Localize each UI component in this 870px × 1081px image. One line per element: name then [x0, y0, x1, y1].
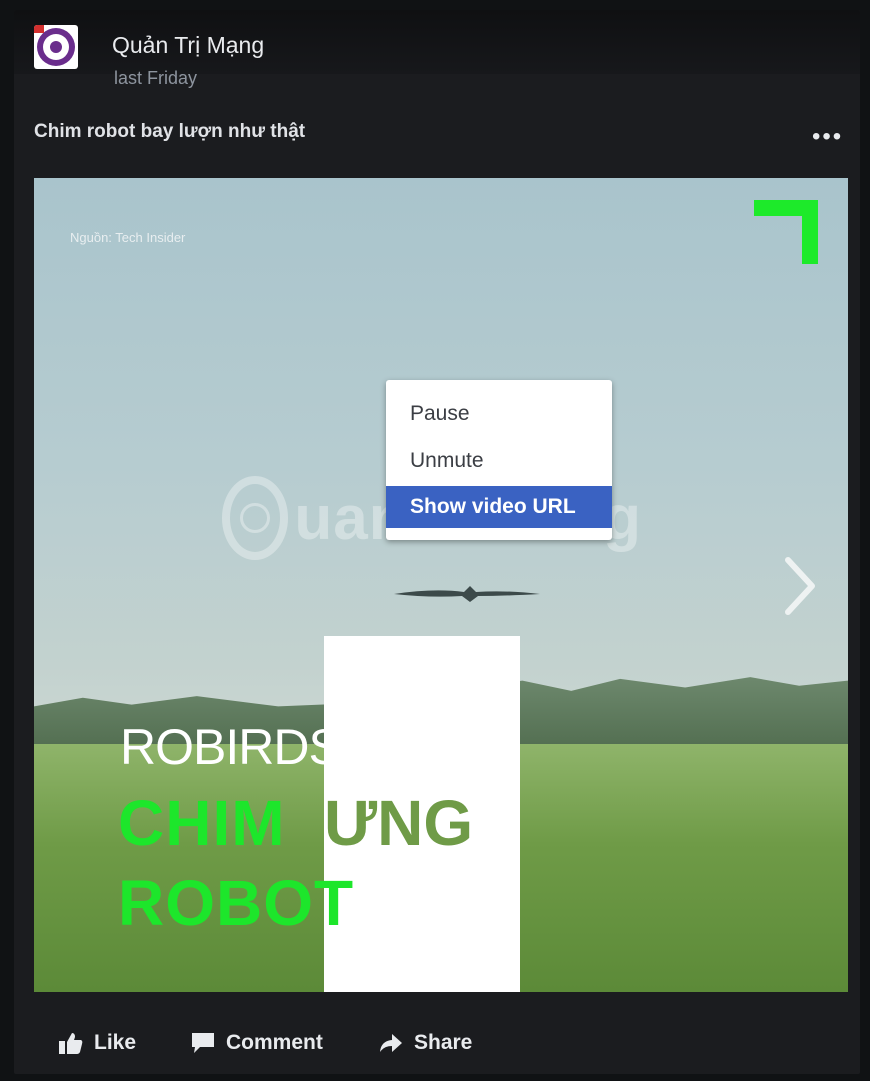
video-title-robirds: ROBIRDS [120, 719, 342, 775]
corner-bar-vertical [802, 200, 818, 264]
thumbs-up-icon [59, 1033, 83, 1054]
flag-badge-icon [34, 25, 44, 33]
video-modal: Quản Trị Mạng last Friday Chim robot bay… [14, 10, 860, 1074]
video-title-robot: ROBOT [118, 867, 355, 939]
speech-bubble-icon [192, 1033, 214, 1053]
share-arrow-icon [380, 1034, 402, 1052]
post-action-bar: Like Comment Share [14, 1018, 860, 1074]
share-button[interactable]: Share [378, 1026, 472, 1060]
video-context-menu: Pause Unmute Show video URL [386, 380, 612, 540]
like-button[interactable]: Like [58, 1026, 136, 1060]
video-title-ung: ƯNG [324, 787, 474, 859]
logo-ring [37, 28, 75, 66]
video-player[interactable]: Nguồn: Tech Insider uantrimang ROBIRDS C… [34, 178, 848, 992]
chevron-right-icon[interactable] [782, 556, 818, 616]
page-avatar[interactable] [34, 25, 78, 69]
post-caption: Chim robot bay lượn như thật [34, 121, 306, 142]
menu-item-pause[interactable]: Pause [386, 393, 612, 435]
drone-bird-icon [394, 586, 540, 602]
page-background: Quản Trị Mạng last Friday Chim robot bay… [0, 0, 870, 1081]
watermark-bulb-icon [240, 503, 271, 533]
page-name-link[interactable]: Quản Trị Mạng [112, 32, 264, 59]
video-title-chim: CHIM [118, 787, 286, 859]
bulb-icon [50, 41, 62, 53]
more-options-button[interactable]: ••• [812, 125, 843, 149]
menu-item-show-video-url[interactable]: Show video URL [386, 486, 612, 528]
comment-label: Comment [226, 1031, 323, 1054]
comment-button[interactable]: Comment [190, 1026, 323, 1060]
like-label: Like [94, 1031, 137, 1054]
share-label: Share [414, 1031, 473, 1054]
video-source-label: Nguồn: Tech Insider [70, 230, 186, 245]
corner-bracket-icon [754, 200, 818, 264]
logo-inner [43, 34, 69, 60]
watermark-logo-icon [222, 476, 289, 560]
menu-item-unmute[interactable]: Unmute [386, 440, 612, 482]
post-timestamp[interactable]: last Friday [114, 68, 197, 89]
